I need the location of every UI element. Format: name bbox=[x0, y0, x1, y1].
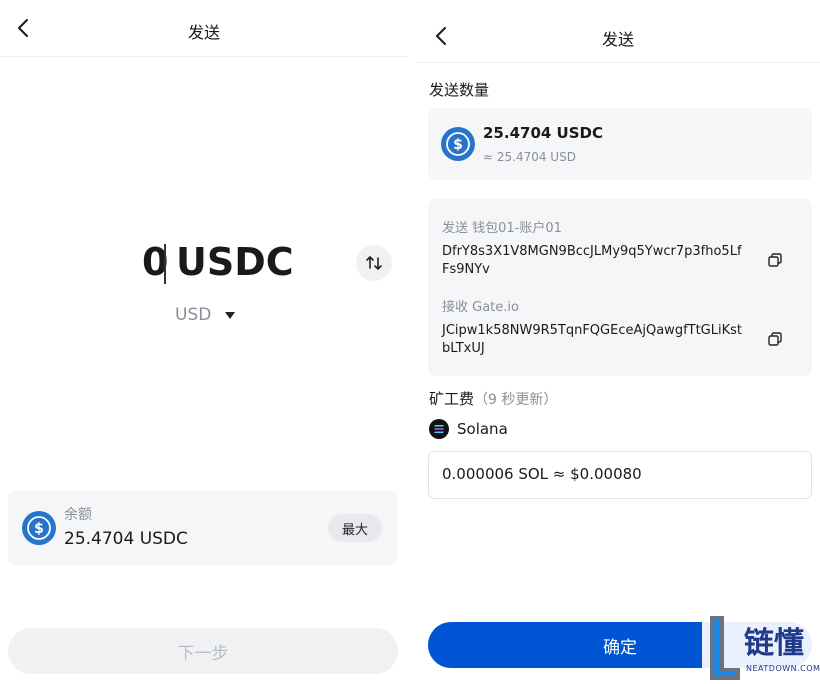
copy-icon[interactable] bbox=[766, 251, 784, 269]
swap-button[interactable] bbox=[356, 245, 392, 281]
currency-select[interactable]: USD bbox=[175, 305, 236, 325]
from-label: 发送 钱包01-账户01 bbox=[442, 221, 562, 236]
header: 发送 bbox=[0, 0, 408, 57]
text-caret bbox=[164, 244, 166, 284]
fee-label-row: 矿工费（9 秒更新） bbox=[429, 388, 557, 409]
solana-icon bbox=[429, 419, 449, 439]
amount-fiat: ≈ 25.4704 USD bbox=[483, 150, 576, 164]
watermark-text: 链懂 bbox=[744, 626, 804, 661]
page-title: 发送 bbox=[187, 23, 220, 42]
balance-value: 25.4704 USDC bbox=[64, 529, 188, 549]
currency-value: USD bbox=[175, 305, 212, 325]
fee-value: 0.000006 SOL ≈ $0.00080 bbox=[442, 465, 642, 483]
amount-card: $ 25.4704 USDC ≈ 25.4704 USD bbox=[428, 108, 812, 180]
send-confirm-screen: 发送 发送数量 $ 25.4704 USDC ≈ 25.4704 USD 发送 … bbox=[416, 0, 820, 684]
balance-card: $ 余额 25.4704 USDC 最大 bbox=[8, 490, 398, 565]
network-row: Solana bbox=[429, 418, 508, 440]
svg-text:$: $ bbox=[34, 521, 44, 537]
fee-refresh-hint: （9 秒更新） bbox=[474, 392, 558, 408]
panel-divider bbox=[408, 0, 416, 684]
fee-field[interactable]: 0.000006 SOL ≈ $0.00080 bbox=[428, 451, 812, 499]
copy-icon[interactable] bbox=[766, 330, 784, 348]
send-amount-label: 发送数量 bbox=[429, 81, 490, 99]
swap-vertical-icon bbox=[366, 256, 382, 270]
send-amount-screen: 发送 0 USDC USD $ 余额 25.4704 USDC 最大 下一步 bbox=[0, 0, 408, 684]
network-name: Solana bbox=[457, 420, 508, 438]
amount-main: 25.4704 USDC bbox=[483, 124, 603, 142]
balance-label: 余额 bbox=[64, 507, 92, 523]
amount-input[interactable]: 0 USDC bbox=[0, 240, 408, 288]
address-card: 发送 钱包01-账户01 DfrY8s3X1V8MGN9BccJLMy9q5Yw… bbox=[428, 199, 812, 376]
to-address: JCipw1k58NW9R5TqnFQGEceAjQawgfTtGLiKstbL… bbox=[442, 323, 743, 356]
watermark-subtext: NEATDOWN.COM bbox=[746, 664, 820, 673]
fee-label: 矿工费 bbox=[429, 390, 475, 408]
max-button[interactable]: 最大 bbox=[328, 514, 382, 542]
page-title: 发送 bbox=[601, 30, 634, 49]
next-button[interactable]: 下一步 bbox=[8, 628, 398, 674]
from-address: DfrY8s3X1V8MGN9BccJLMy9q5Ywcr7p3fho5LfFs… bbox=[442, 244, 742, 277]
amount-unit: USDC bbox=[176, 240, 294, 284]
to-label: 接收 Gate.io bbox=[442, 300, 519, 315]
usdc-icon: $ bbox=[441, 127, 475, 161]
watermark: 链懂 NEATDOWN.COM bbox=[702, 612, 820, 684]
caret-down-icon bbox=[225, 311, 236, 319]
watermark-logo-icon bbox=[710, 616, 740, 680]
header: 发送 bbox=[416, 6, 820, 63]
usdc-icon: $ bbox=[22, 511, 56, 545]
svg-text:$: $ bbox=[453, 137, 463, 153]
